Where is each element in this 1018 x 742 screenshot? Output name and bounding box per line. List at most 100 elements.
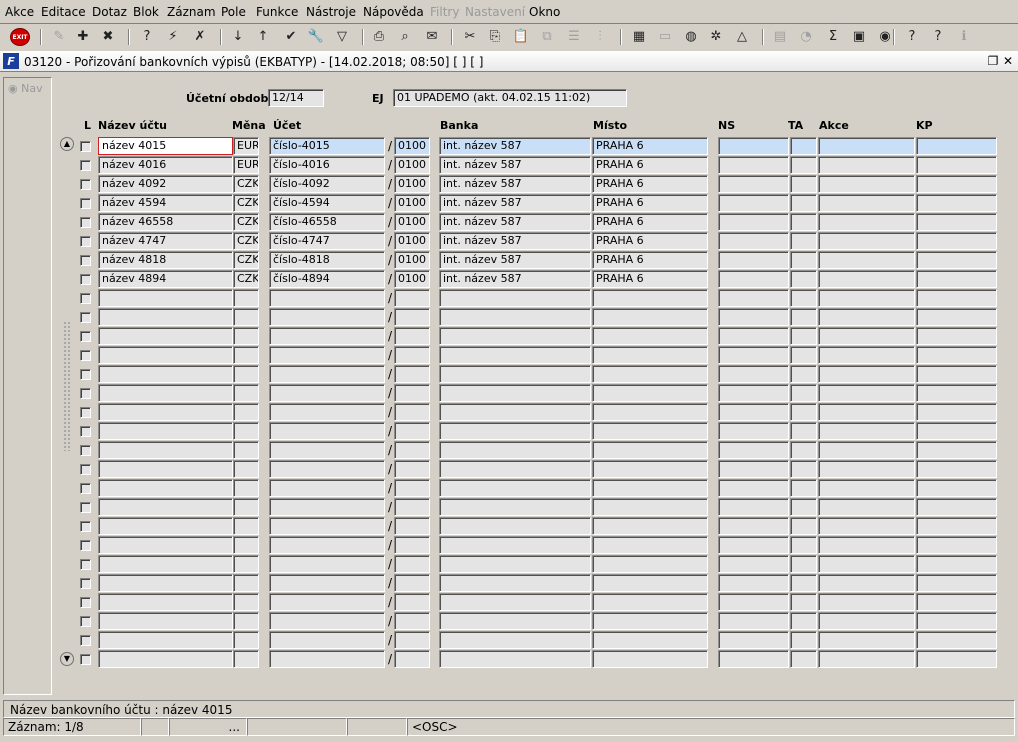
cell-name[interactable] [98, 650, 233, 668]
cell-currency[interactable]: CZK [233, 175, 259, 193]
cell-account[interactable] [269, 327, 385, 345]
cell-account[interactable]: číslo-4594 [269, 194, 385, 212]
cell-bank[interactable]: int. název 587 [439, 194, 591, 212]
document-icon[interactable]: ▭ [656, 28, 674, 46]
row-checkbox[interactable] [80, 483, 91, 494]
context-help-icon[interactable]: ? [929, 28, 947, 46]
cell-ta[interactable] [790, 289, 817, 307]
row-checkbox[interactable] [80, 179, 91, 190]
cell-action[interactable] [818, 251, 915, 269]
edit-icon[interactable]: ✎ [50, 28, 68, 46]
tools-wrench-icon[interactable]: 🔧 [307, 28, 325, 46]
cell-kp[interactable] [916, 232, 997, 250]
cell-account[interactable]: číslo-4747 [269, 232, 385, 250]
cell-currency[interactable] [233, 650, 259, 668]
cell-ta[interactable] [790, 555, 817, 573]
cell-kp[interactable] [916, 308, 997, 326]
query-execute-icon[interactable]: ⚡ [164, 28, 182, 46]
row-checkbox[interactable] [80, 293, 91, 304]
menu-9[interactable]: Nápověda [363, 5, 424, 19]
cell-ns[interactable] [718, 384, 789, 402]
cell-code[interactable] [394, 308, 430, 326]
cell-ns[interactable] [718, 441, 789, 459]
cell-bank[interactable] [439, 441, 591, 459]
cell-bank[interactable] [439, 631, 591, 649]
cell-ta[interactable] [790, 479, 817, 497]
query-cancel-icon[interactable]: ✗ [191, 28, 209, 46]
row-checkbox[interactable] [80, 217, 91, 228]
cell-ns[interactable] [718, 498, 789, 516]
cell-code[interactable] [394, 555, 430, 573]
cell-kp[interactable] [916, 422, 997, 440]
restore-window-button[interactable]: ❐ [986, 54, 1000, 68]
cell-code[interactable] [394, 650, 430, 668]
cell-kp[interactable] [916, 593, 997, 611]
cell-currency[interactable] [233, 612, 259, 630]
row-checkbox[interactable] [80, 578, 91, 589]
cell-place[interactable] [592, 612, 708, 630]
calculator-icon[interactable]: ▦ [630, 28, 648, 46]
duplicate-icon[interactable]: ⧉ [538, 28, 556, 46]
cell-ns[interactable] [718, 650, 789, 668]
cell-code[interactable] [394, 460, 430, 478]
cell-ta[interactable] [790, 384, 817, 402]
cell-account[interactable] [269, 346, 385, 364]
cut-icon[interactable]: ✂ [461, 28, 479, 46]
cell-bank[interactable] [439, 327, 591, 345]
cell-ta[interactable] [790, 631, 817, 649]
cell-code[interactable] [394, 327, 430, 345]
cell-ns[interactable] [718, 232, 789, 250]
cell-name[interactable] [98, 593, 233, 611]
cell-name[interactable] [98, 631, 233, 649]
cell-account[interactable] [269, 441, 385, 459]
cell-bank[interactable] [439, 308, 591, 326]
cell-account[interactable] [269, 460, 385, 478]
print-icon[interactable]: ⎙ [370, 28, 388, 46]
row-checkbox[interactable] [80, 540, 91, 551]
cell-account[interactable]: číslo-4818 [269, 251, 385, 269]
cell-account[interactable] [269, 631, 385, 649]
cell-action[interactable] [818, 384, 915, 402]
cell-code[interactable] [394, 403, 430, 421]
cell-bank[interactable]: int. název 587 [439, 156, 591, 174]
cell-name[interactable]: název 4016 [98, 156, 233, 174]
cell-currency[interactable] [233, 441, 259, 459]
cell-code[interactable] [394, 631, 430, 649]
cell-ta[interactable] [790, 593, 817, 611]
delete-record-icon[interactable]: ✖ [99, 28, 117, 46]
row-checkbox[interactable] [80, 350, 91, 361]
cell-kp[interactable] [916, 156, 997, 174]
cell-name[interactable]: název 4015 [98, 137, 233, 155]
row-checkbox[interactable] [80, 274, 91, 285]
cell-name[interactable] [98, 612, 233, 630]
cell-currency[interactable] [233, 289, 259, 307]
cell-place[interactable]: PRAHA 6 [592, 175, 708, 193]
cell-ta[interactable] [790, 346, 817, 364]
cell-currency[interactable] [233, 384, 259, 402]
cell-kp[interactable] [916, 384, 997, 402]
cell-currency[interactable] [233, 308, 259, 326]
row-checkbox[interactable] [80, 160, 91, 171]
cell-currency[interactable]: CZK [233, 213, 259, 231]
cell-code[interactable] [394, 498, 430, 516]
cell-currency[interactable] [233, 555, 259, 573]
cell-place[interactable] [592, 479, 708, 497]
cell-action[interactable] [818, 441, 915, 459]
cell-bank[interactable] [439, 536, 591, 554]
cell-bank[interactable] [439, 365, 591, 383]
cell-ta[interactable] [790, 612, 817, 630]
cell-code[interactable]: 0100 [394, 232, 430, 250]
insert-record-icon[interactable]: ✚ [74, 28, 92, 46]
cell-currency[interactable] [233, 498, 259, 516]
cell-code[interactable]: 0100 [394, 137, 430, 155]
row-checkbox[interactable] [80, 331, 91, 342]
cell-code[interactable] [394, 441, 430, 459]
cell-action[interactable] [818, 498, 915, 516]
cell-ns[interactable] [718, 517, 789, 535]
menu-8[interactable]: Nástroje [306, 5, 356, 19]
sum-icon[interactable]: Σ [824, 28, 842, 46]
sort-desc-icon[interactable]: ↑ [254, 28, 272, 46]
nav-radio[interactable]: ◉ Nav [8, 82, 43, 95]
cell-name[interactable] [98, 289, 233, 307]
row-checkbox[interactable] [80, 616, 91, 627]
